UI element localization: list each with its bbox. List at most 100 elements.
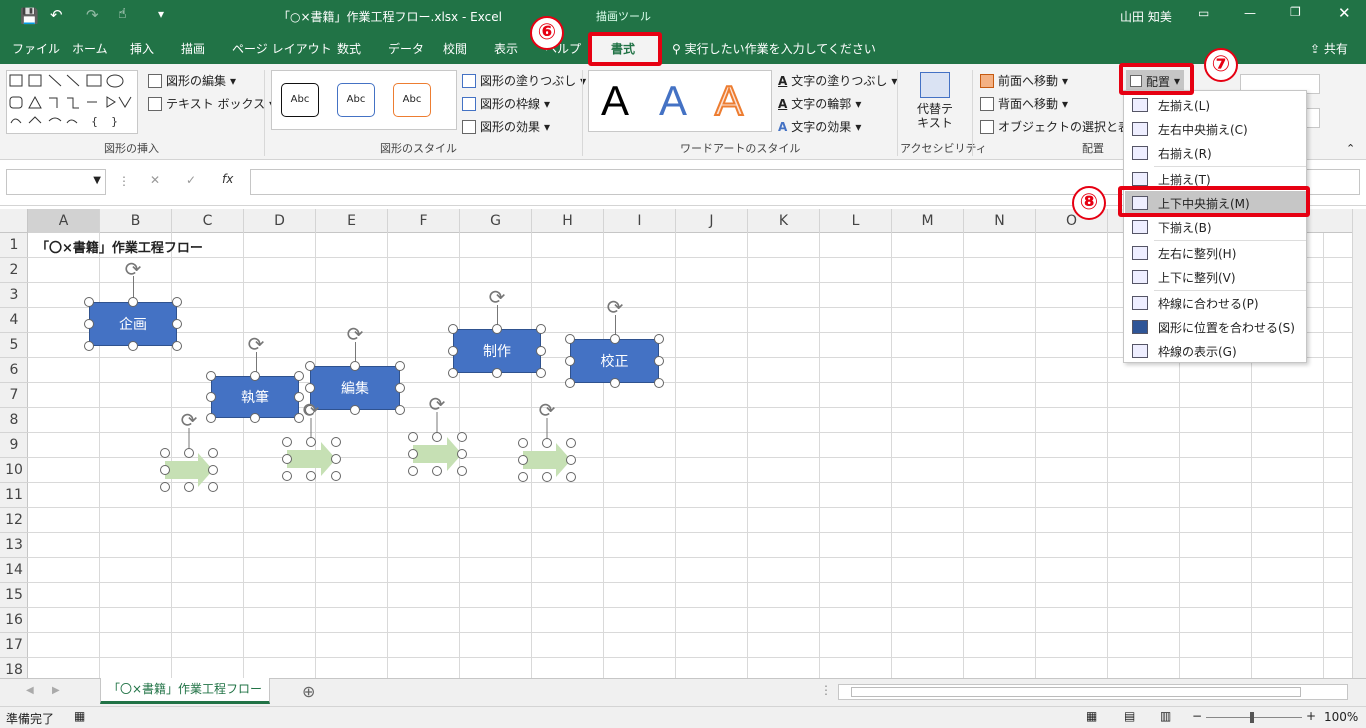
column-header-b[interactable]: B <box>100 209 172 233</box>
send-backward-button[interactable]: 背面へ移動 ▾ <box>980 95 1068 112</box>
column-header-m[interactable]: M <box>892 209 964 233</box>
vertical-scrollbar[interactable] <box>1352 209 1366 678</box>
tab-home[interactable]: ホーム <box>72 40 108 57</box>
row-header[interactable]: 4 <box>0 308 28 333</box>
row-header[interactable]: 5 <box>0 333 28 358</box>
zoom-in-icon[interactable]: + <box>1306 709 1316 723</box>
menu-snap-to-shape[interactable]: 図形に位置を合わせる(S) <box>1125 315 1306 339</box>
text-outline-button[interactable]: A 文字の輪郭 ▾ <box>778 95 861 112</box>
bring-forward-button[interactable]: 前面へ移動 ▾ <box>980 72 1068 89</box>
shape-outline-button[interactable]: 図形の枠線 ▾ <box>462 95 550 112</box>
row-header[interactable]: 1 <box>0 233 28 258</box>
selection-pane-button[interactable]: オブジェクトの選択と表示 <box>980 118 1142 135</box>
scroll-left-icon[interactable]: ◀ <box>26 685 34 696</box>
tab-insert[interactable]: 挿入 <box>130 40 154 57</box>
row-header[interactable]: 16 <box>0 608 28 633</box>
zoom-slider-thumb[interactable] <box>1250 712 1254 723</box>
shape-style-gallery[interactable]: Abc Abc Abc <box>271 70 457 130</box>
column-header-g[interactable]: G <box>460 209 532 233</box>
menu-align-bottom[interactable]: 下揃え(B) <box>1125 215 1306 239</box>
tab-view[interactable]: 表示 <box>494 40 518 57</box>
edit-shape-button[interactable]: 図形の編集 ▾ <box>148 72 236 89</box>
column-header-n[interactable]: N <box>964 209 1036 233</box>
wordart-style-2[interactable]: A <box>659 77 687 125</box>
text-fill-button[interactable]: A 文字の塗りつぶし ▾ <box>778 72 897 89</box>
menu-distribute-vertical[interactable]: 上下に整列(V) <box>1125 265 1306 289</box>
column-header-k[interactable]: K <box>748 209 820 233</box>
scroll-right-icon[interactable]: ▶ <box>52 685 60 696</box>
row-header[interactable]: 14 <box>0 558 28 583</box>
shape-style-3[interactable]: Abc <box>393 83 431 117</box>
row-header[interactable]: 12 <box>0 508 28 533</box>
share-button[interactable]: ⇪ 共有 <box>1310 40 1348 57</box>
row-header[interactable]: 6 <box>0 358 28 383</box>
horizontal-scrollbar[interactable] <box>838 684 1348 700</box>
add-sheet-icon[interactable]: ⊕ <box>302 682 315 701</box>
collapse-ribbon-icon[interactable]: ⌃ <box>1346 142 1355 155</box>
column-header-j[interactable]: J <box>676 209 748 233</box>
menu-align-right[interactable]: 右揃え(R) <box>1125 141 1306 165</box>
name-box[interactable]: ▼ <box>6 169 106 195</box>
tab-file[interactable]: ファイル <box>12 40 60 57</box>
insert-function-button[interactable]: fx <box>222 172 233 186</box>
page-break-view-icon[interactable]: ▥ <box>1160 709 1171 723</box>
row-header[interactable]: 10 <box>0 458 28 483</box>
column-header-h[interactable]: H <box>532 209 604 233</box>
cancel-icon[interactable]: ✕ <box>150 173 160 187</box>
menu-distribute-horizontal[interactable]: 左右に整列(H) <box>1125 241 1306 265</box>
restore-icon[interactable]: ❐ <box>1290 5 1301 19</box>
column-header-a[interactable]: A <box>28 209 100 233</box>
shape-style-1[interactable]: Abc <box>281 83 319 117</box>
row-header[interactable]: 8 <box>0 408 28 433</box>
menu-snap-to-grid[interactable]: 枠線に合わせる(P) <box>1125 291 1306 315</box>
row-header[interactable]: 9 <box>0 433 28 458</box>
row-header[interactable]: 3 <box>0 283 28 308</box>
zoom-level[interactable]: 100% <box>1324 710 1358 724</box>
ribbon-display-icon[interactable]: ▭ <box>1198 6 1209 20</box>
column-header-e[interactable]: E <box>316 209 388 233</box>
cell-a1-title[interactable]: 「〇×書籍」作業工程フロー <box>36 237 203 256</box>
column-header-c[interactable]: C <box>172 209 244 233</box>
enter-icon[interactable]: ✓ <box>186 173 196 187</box>
text-box-button[interactable]: テキスト ボックス ▾ <box>148 95 275 112</box>
row-header[interactable]: 15 <box>0 583 28 608</box>
alt-text-button[interactable]: 代替テキスト <box>912 72 958 136</box>
column-header-l[interactable]: L <box>820 209 892 233</box>
text-effects-button[interactable]: A 文字の効果 ▾ <box>778 118 861 135</box>
close-icon[interactable]: ✕ <box>1338 4 1351 22</box>
user-name[interactable]: 山田 知美 <box>1120 8 1172 25</box>
tab-splitter-icon[interactable]: ⋮ <box>820 683 832 697</box>
menu-align-center[interactable]: 左右中央揃え(C) <box>1125 117 1306 141</box>
page-layout-view-icon[interactable]: ▤ <box>1124 709 1135 723</box>
row-header[interactable]: 13 <box>0 533 28 558</box>
wordart-style-3[interactable]: A <box>714 76 744 125</box>
tab-draw[interactable]: 描画 <box>181 40 205 57</box>
sheet-tab-active[interactable]: 「〇×書籍」作業工程フロー <box>100 678 270 704</box>
touch-mode-icon[interactable]: ☝ <box>118 6 127 22</box>
column-header-f[interactable]: F <box>388 209 460 233</box>
zoom-out-icon[interactable]: − <box>1192 709 1202 723</box>
row-header[interactable]: 2 <box>0 258 28 283</box>
shape-fill-button[interactable]: 図形の塗りつぶし ▾ <box>462 72 586 89</box>
shape-effects-button[interactable]: 図形の効果 ▾ <box>462 118 550 135</box>
macro-record-icon[interactable]: ▦ <box>74 709 85 723</box>
zoom-slider[interactable] <box>1206 717 1302 718</box>
tab-formulas[interactable]: 数式 <box>337 40 361 57</box>
wordart-gallery[interactable]: A A A <box>588 70 772 132</box>
scroll-thumb[interactable] <box>851 687 1301 697</box>
tab-page-layout[interactable]: ページ レイアウト <box>232 40 332 57</box>
column-header-i[interactable]: I <box>604 209 676 233</box>
tell-me-box[interactable]: ⚲ 実行したい作業を入力してください <box>672 40 876 57</box>
normal-view-icon[interactable]: ▦ <box>1086 709 1097 723</box>
menu-align-left[interactable]: 左揃え(L) <box>1125 93 1306 117</box>
minimize-icon[interactable]: — <box>1244 6 1256 20</box>
shape-style-2[interactable]: Abc <box>337 83 375 117</box>
tab-review[interactable]: 校閲 <box>443 40 467 57</box>
wordart-style-1[interactable]: A <box>601 77 629 125</box>
tab-data[interactable]: データ <box>388 40 424 57</box>
shape-gallery[interactable]: {} <box>6 70 138 134</box>
row-header[interactable]: 7 <box>0 383 28 408</box>
undo-icon[interactable]: ↶ <box>50 6 63 24</box>
column-header-d[interactable]: D <box>244 209 316 233</box>
save-icon[interactable]: 💾 <box>20 7 39 25</box>
